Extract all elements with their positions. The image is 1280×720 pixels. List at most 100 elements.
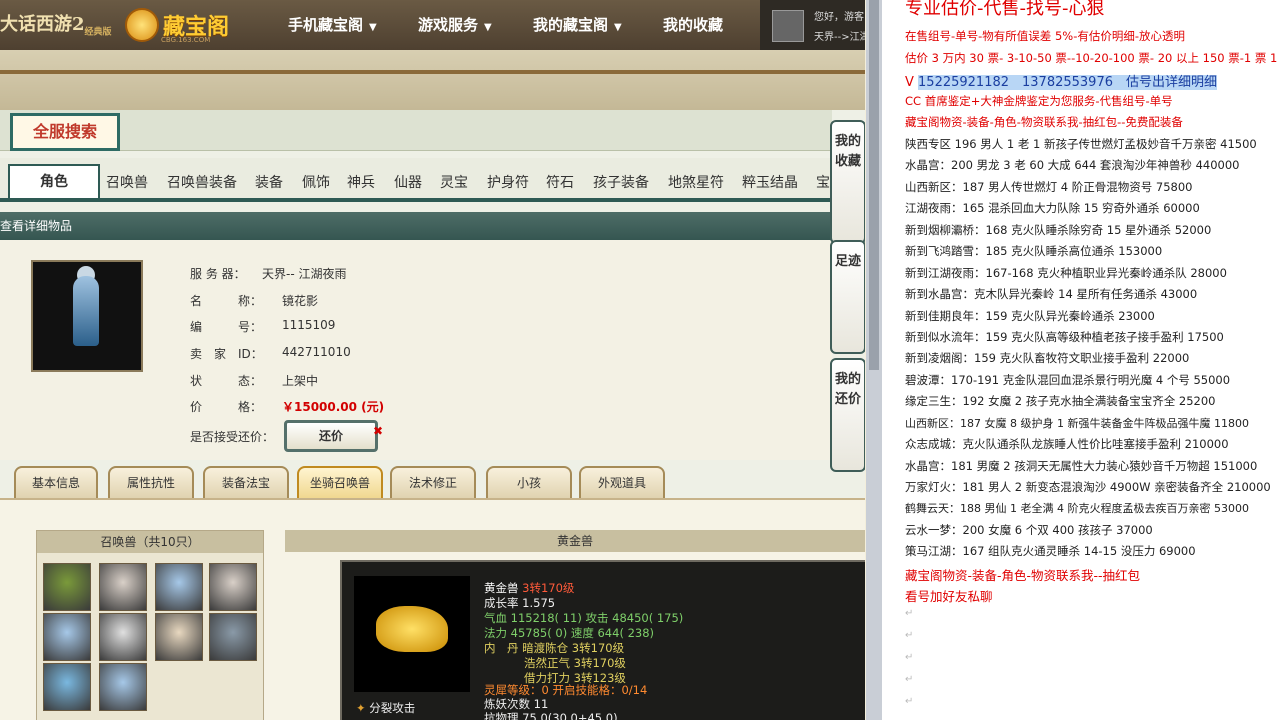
side-my-favorites-button[interactable]: 我的收藏 [830,120,865,244]
contact-text: 15225921182 13782553976 估号出详细明细 [918,75,1217,90]
summon-dan-2: 浩然正气 3转170级 [524,656,626,670]
subtab-spell-mod[interactable]: 法术修正 [390,466,476,500]
user-box[interactable]: 您好，游客 天界-->江湖 [760,0,865,50]
tab-summon-equip[interactable]: 召唤兽装备 [167,172,237,192]
notes-line: 藏宝阁物资-装备-角色-物资联系我-抽红包--免费配装备 [905,115,1183,129]
summon-detail-header: 黄金兽 [285,530,865,552]
tab-spirit-treasure[interactable]: 灵宝 [440,172,468,192]
tab-accessory[interactable]: 佩饰 [302,172,330,192]
notes-line: 山西新区：187 男人传世燃灯 4 阶正骨混物资号 75800 [905,180,1193,194]
field-label-name: 名 称： [190,294,263,308]
site-logo[interactable]: 藏宝阁 CBG.163.COM [125,8,229,44]
subtab-mount-summon[interactable]: 坐骑召唤兽 [297,466,383,500]
summon-thumb[interactable] [155,613,203,661]
all-server-search-button[interactable]: 全服搜索 [10,113,120,151]
field-label-id: 编 号： [190,320,263,334]
paragraph-mark: ↵ [905,696,914,707]
summon-thumb[interactable] [155,563,203,611]
nav-my-cbg[interactable]: 我的藏宝阁 ▼ [533,14,622,35]
summon-thumb[interactable] [43,613,91,661]
summon-thumb[interactable] [43,663,91,711]
tab-summon[interactable]: 召唤兽 [106,172,148,192]
tab-divine-weapon[interactable]: 神兵 [347,172,375,192]
user-server[interactable]: 天界-->江湖 [814,28,865,43]
summon-hp-attack: 气血 115218( 11) 攻击 48450( 175) [484,611,684,625]
field-value-seller: 442711010 [282,345,351,359]
subtab-basic-info[interactable]: 基本信息 [14,466,98,500]
field-label-status: 状 态： [190,374,263,388]
field-value-name: 镜花影 [282,294,319,308]
tab-equip[interactable]: 装备 [255,172,283,192]
notes-line: 云水一梦：200 女魔 6 个双 400 孩孩子 37000 [905,523,1153,537]
tab-more[interactable]: 宝 [816,172,830,192]
summon-name: 黄金兽 [484,581,519,595]
chevron-down-icon: ▼ [614,22,622,33]
subtab-appearance[interactable]: 外观道具 [579,466,665,500]
tab-star-charm[interactable]: 地煞星符 [668,172,724,192]
side-footprint-button[interactable]: 足迹 [830,240,865,354]
notes-line: 缘定三生：192 女魔 2 孩子克水抽全满装备宝宝齐全 25200 [905,394,1216,408]
notes-line: CC 首席鉴定+大神金牌鉴定为您服务-代售组号-单号 [905,94,1173,108]
notes-line: 新到似水流年：159 克火队高等级种植老孩子接手盈利 17500 [905,330,1224,344]
summon-thumb[interactable] [99,663,147,711]
field-label-seller: 卖 家 ID： [190,347,263,361]
tab-immortal-item[interactable]: 仙器 [394,172,422,192]
notes-document: 专业估价-代售-找号-心狠 在售组号-单号-物有所值误差 5%-有估价明细-放心… [882,0,1280,720]
notes-line: 估价 3 万内 30 票- 3-10-50 票--10-20-100 票- 20… [905,51,1280,65]
user-greeting: 您好，游客 [814,12,864,23]
field-value-price: ￥15000.00 (元) [282,400,385,414]
summon-thumb[interactable] [209,563,257,611]
summon-skill[interactable]: ✦ 分裂攻击 [356,700,415,716]
header-band [0,50,865,110]
chevron-down-icon: ▼ [369,22,377,33]
notes-line: 新到凌烟阁：159 克火队畜牧符文职业接手盈利 22000 [905,351,1190,365]
nav-mobile-cbg[interactable]: 手机藏宝阁 ▼ [288,14,377,35]
tab-rune-stone[interactable]: 符石 [546,172,574,192]
counter-offer-button[interactable]: 还价 [284,420,378,452]
summon-mp-speed: 法力 45785( 0) 速度 644( 238) [484,626,655,640]
detail-title-bar: 查看详细物品 [0,212,832,240]
summon-thumb[interactable] [99,563,147,611]
notes-line: 新到水晶宫：克木队异光秦岭 14 星所有任务通杀 43000 [905,287,1198,301]
nav-label: 游戏服务 [418,16,479,34]
tab-amulet[interactable]: 护身符 [487,172,529,192]
offer-label: 是否接受还价： [190,430,275,444]
subtab-equip-treasure[interactable]: 装备法宝 [203,466,289,500]
summon-growth: 成长率 1.575 [484,596,556,610]
nav-label: 我的藏宝阁 [533,16,609,34]
nav-game-service[interactable]: 游戏服务 ▼ [418,14,492,35]
field-label-price: 价 格： [190,400,263,414]
summon-level: 3转170级 [522,581,575,595]
notes-line: 万家灯火：181 男人 2 新变态混浪淘沙 4900W 亲密装备齐全 21000… [905,480,1271,494]
golden-beast-image [376,606,448,652]
side-my-offers-button[interactable]: 我的还价 [830,358,865,472]
game-logo-text: 大话西游2 [0,14,85,35]
summon-list-panel: 召唤兽（共10只） [36,530,264,720]
skill-icon: ✦ [356,701,366,715]
window-scrollbar[interactable] [866,0,882,720]
tab-role[interactable]: 角色 [8,164,100,198]
tab-child-equip[interactable]: 孩子装备 [593,172,649,192]
notes-line: 陕西专区 196 男人 1 老 1 新孩子传世燃灯孟极妙音千万亲密 41500 [905,137,1257,151]
notes-line: 水晶宫：200 男龙 3 老 60 大成 644 套浪淘沙年神兽秒 440000 [905,158,1240,172]
nav-my-favorites[interactable]: 我的收藏 [663,14,729,35]
tab-jade-crystal[interactable]: 粹玉结晶 [742,172,798,192]
summon-thumb[interactable] [209,613,257,661]
subtab-attributes[interactable]: 属性抗性 [108,466,194,500]
notes-line: 在售组号-单号-物有所值误差 5%-有估价明细-放心透明 [905,29,1185,43]
paragraph-mark: ↵ [905,630,914,641]
treasure-coin-icon [125,8,159,42]
game-logo[interactable]: 大话西游2经典版 [0,10,112,38]
nav-label: 手机藏宝阁 [288,16,364,34]
portrait-body [73,276,99,346]
chevron-down-icon: ▼ [484,22,492,33]
summon-thumb[interactable] [43,563,91,611]
avatar [772,10,804,42]
notes-line-contact: V 15225921182 13782553976 估号出详细明细 [905,71,1217,90]
field-value-id: 1115109 [282,318,336,332]
subtab-child[interactable]: 小孩 [486,466,572,500]
notes-line: 水晶宫：181 男魔 2 孩洞天无属性大力装心猿妙音千万物超 151000 [905,459,1258,473]
summon-skill-label: 分裂攻击 [369,701,416,715]
scrollbar-thumb[interactable] [869,0,879,370]
summon-thumb[interactable] [99,613,147,661]
